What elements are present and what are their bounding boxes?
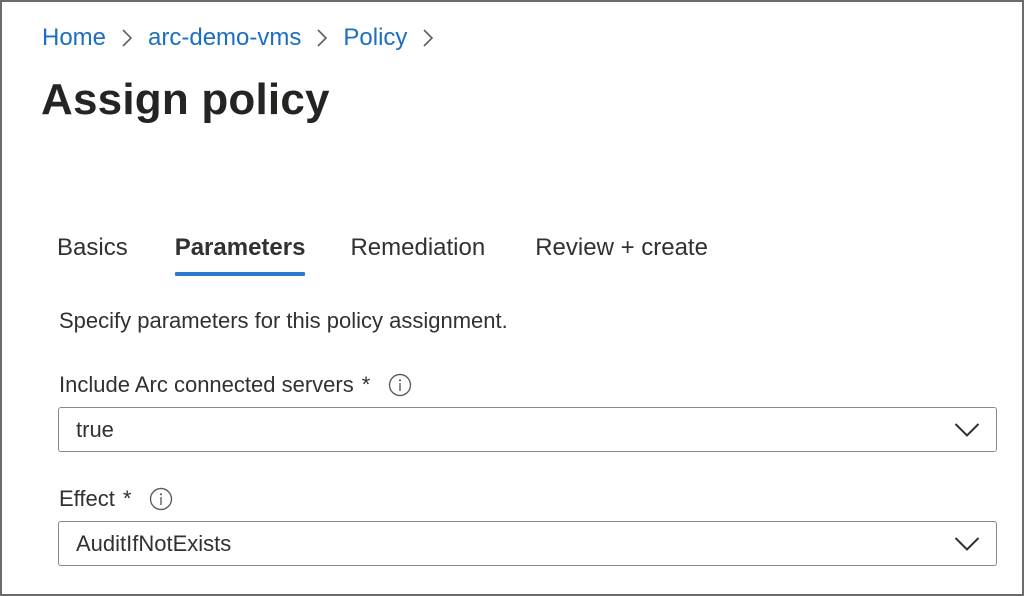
info-icon[interactable] xyxy=(149,487,173,511)
window-frame: Home arc-demo-vms Policy Assign policy B… xyxy=(0,0,1024,596)
tab-review-create[interactable]: Review + create xyxy=(535,230,708,276)
breadcrumb-policy-link[interactable]: Policy xyxy=(343,22,407,54)
page-title: Assign policy xyxy=(41,75,330,124)
tab-basics[interactable]: Basics xyxy=(57,230,128,276)
section-description: Specify parameters for this policy assig… xyxy=(59,308,508,333)
required-marker: * xyxy=(122,486,132,511)
effect-field-label: Effect * xyxy=(59,483,173,515)
effect-label-text: Effect xyxy=(59,486,115,511)
chevron-right-icon xyxy=(301,22,343,54)
breadcrumb-resource-link[interactable]: arc-demo-vms xyxy=(148,22,301,54)
required-marker: * xyxy=(361,372,371,397)
tab-bar: Basics Parameters Remediation Review + c… xyxy=(57,230,708,276)
tab-remediation[interactable]: Remediation xyxy=(350,230,485,276)
effect-selected-value: AuditIfNotExists xyxy=(76,530,232,556)
effect-select[interactable]: AuditIfNotExists xyxy=(58,521,997,566)
chevron-down-icon xyxy=(954,536,980,552)
chevron-down-icon xyxy=(954,422,980,438)
include-arc-selected-value: true xyxy=(76,416,114,442)
chevron-right-icon xyxy=(106,22,148,54)
tab-parameters[interactable]: Parameters xyxy=(174,230,305,276)
include-arc-field-label: Include Arc connected servers * xyxy=(59,369,412,401)
include-arc-label-text: Include Arc connected servers xyxy=(59,372,354,397)
chevron-right-icon xyxy=(407,22,449,54)
breadcrumb-home-link[interactable]: Home xyxy=(42,22,106,54)
include-arc-select[interactable]: true xyxy=(58,407,997,452)
breadcrumb: Home arc-demo-vms Policy xyxy=(42,22,449,54)
info-icon[interactable] xyxy=(388,373,412,397)
